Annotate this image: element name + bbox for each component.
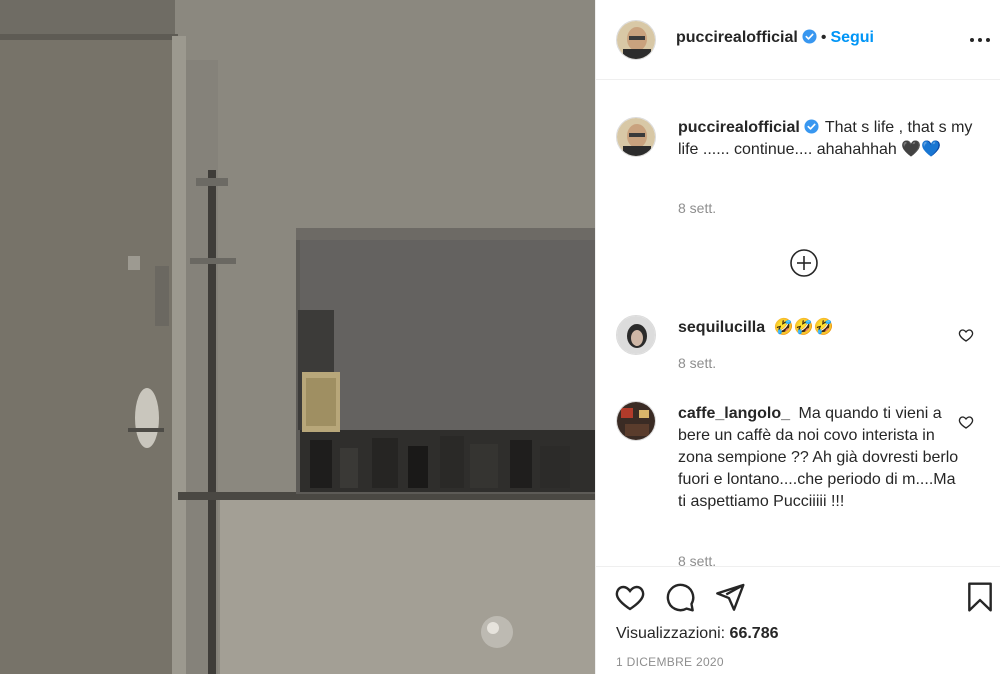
bookmark-icon[interactable] xyxy=(964,581,996,613)
heart-icon[interactable] xyxy=(614,581,646,613)
commenter-avatar[interactable] xyxy=(616,315,656,355)
caption-author-avatar[interactable] xyxy=(616,117,656,157)
comments-list[interactable]: puccirealofficial That s life , that s my… xyxy=(596,81,1000,566)
header-separator: • xyxy=(820,29,827,46)
comment-like-heart-icon[interactable] xyxy=(958,414,974,430)
caption-body: puccirealofficial That s life , that s my… xyxy=(678,117,974,161)
author-avatar[interactable] xyxy=(616,20,656,60)
post-side-panel: puccirealofficial • Segui puccirealofficia… xyxy=(595,0,1000,674)
comment-like-heart-icon[interactable] xyxy=(958,327,974,343)
plus-circle-icon[interactable] xyxy=(788,247,820,279)
views-count[interactable]: Visualizzazioni: 66.786 xyxy=(616,625,778,643)
caption-username[interactable]: puccirealofficial xyxy=(678,119,800,136)
post-actions: Visualizzazioni: 66.786 1 DICEMBRE 2020 xyxy=(596,566,1000,674)
comment-text: 🤣🤣🤣 xyxy=(773,319,834,336)
verified-badge-icon xyxy=(802,29,817,44)
comment-item: sequilucilla 🤣🤣🤣 8 sett. xyxy=(616,315,986,375)
comment-timestamp: 8 sett. xyxy=(678,355,717,371)
commenter-avatar[interactable] xyxy=(616,401,656,441)
post-video[interactable] xyxy=(0,0,595,674)
post-caption: puccirealofficial That s life , that s my… xyxy=(616,117,986,217)
comment-username[interactable]: sequilucilla xyxy=(678,319,765,336)
comment-body: sequilucilla 🤣🤣🤣 xyxy=(678,317,958,339)
views-label: Visualizzazioni: xyxy=(616,625,726,642)
author-username[interactable]: puccirealofficial xyxy=(676,29,798,46)
post-header: puccirealofficial • Segui xyxy=(596,0,1000,80)
caption-timestamp: 8 sett. xyxy=(678,200,717,216)
comment-icon[interactable] xyxy=(664,581,696,613)
comment-timestamp: 8 sett. xyxy=(678,553,717,566)
header-author-line: puccirealofficial • Segui xyxy=(676,29,874,47)
comment-item: caffe_langolo_ Ma quando ti vieni a bere… xyxy=(616,401,986,566)
comment-body: caffe_langolo_ Ma quando ti vieni a bere… xyxy=(678,403,964,513)
post-date[interactable]: 1 DICEMBRE 2020 xyxy=(616,655,724,669)
share-icon[interactable] xyxy=(714,581,746,613)
views-number: 66.786 xyxy=(729,625,779,642)
comment-username[interactable]: caffe_langolo_ xyxy=(678,405,790,422)
video-frame-image xyxy=(0,0,595,674)
more-options-icon[interactable] xyxy=(967,28,993,52)
follow-button[interactable]: Segui xyxy=(830,29,874,46)
verified-badge-icon xyxy=(804,119,819,134)
